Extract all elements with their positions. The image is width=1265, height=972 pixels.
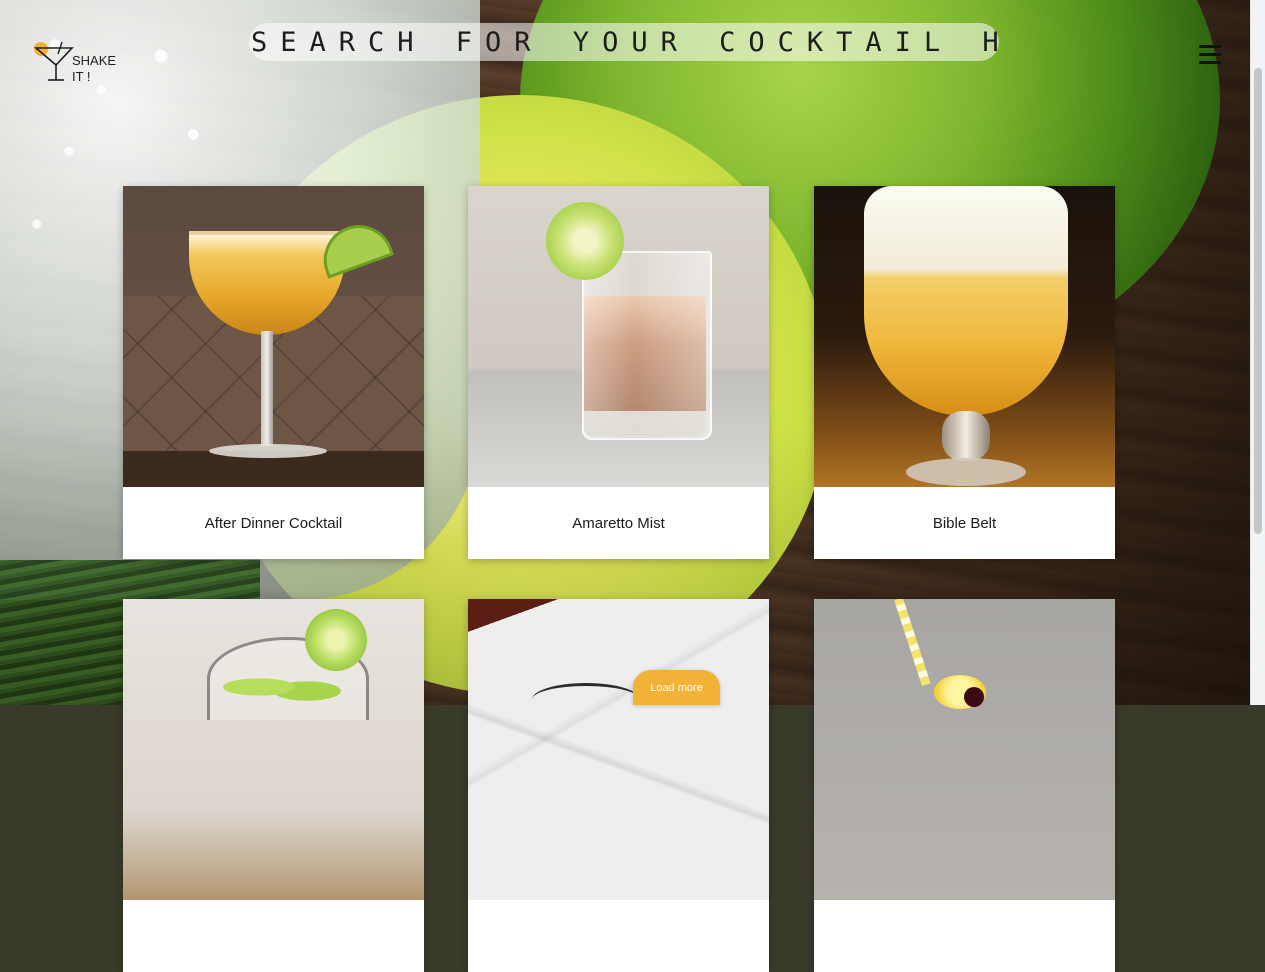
cocktail-name: After Dinner Cocktail xyxy=(204,514,343,532)
cocktail-photo xyxy=(468,599,769,900)
cocktail-name xyxy=(814,900,1115,972)
cocktail-name: Bible Belt xyxy=(932,514,997,532)
tulip-glass xyxy=(864,186,1068,416)
cocktail-glass-icon xyxy=(33,41,74,81)
cocktail-name: Amaretto Mist xyxy=(572,514,665,532)
cherry xyxy=(964,687,984,707)
cocktail-card[interactable] xyxy=(123,599,424,972)
cocktail-photo xyxy=(123,599,424,900)
glass-stem xyxy=(261,331,273,446)
cocktail-name xyxy=(123,900,424,972)
page-scrollbar[interactable] xyxy=(1250,0,1265,705)
logo-text-line2: IT ! xyxy=(72,69,91,84)
cocktail-card[interactable] xyxy=(814,599,1115,972)
cocktail-photo xyxy=(814,599,1115,900)
cocktail-photo xyxy=(814,186,1115,487)
cocktail-photo xyxy=(468,186,769,487)
cocktail-card[interactable]: After Dinner Cocktail xyxy=(123,186,424,559)
cocktail-card[interactable] xyxy=(468,599,769,972)
cocktail-name xyxy=(468,900,769,972)
menu-line xyxy=(1199,45,1221,48)
lime-wheel xyxy=(305,609,367,671)
lime-wheel xyxy=(546,202,624,280)
cocktail-photo xyxy=(123,186,424,487)
search-bar[interactable] xyxy=(249,23,999,61)
hamburger-menu-icon[interactable] xyxy=(1199,45,1221,65)
cocktail-card[interactable]: Bible Belt xyxy=(814,186,1115,559)
glass-foot xyxy=(209,444,327,458)
lime-wedge xyxy=(313,215,395,279)
load-more-button[interactable]: Load more xyxy=(633,670,720,705)
scrollbar-thumb[interactable] xyxy=(1254,68,1262,534)
logo-text-line1: SHAKE xyxy=(72,53,117,68)
glass-foot xyxy=(906,458,1026,486)
menu-line xyxy=(1199,61,1221,64)
straw xyxy=(894,599,931,686)
glass-stem xyxy=(942,411,990,461)
search-input[interactable] xyxy=(249,25,999,59)
menu-line xyxy=(1199,53,1221,56)
cocktail-card[interactable]: Amaretto Mist xyxy=(468,186,769,559)
glass-base xyxy=(584,411,706,437)
marble-surface xyxy=(468,599,769,900)
lime-pieces xyxy=(223,667,343,707)
glass-rim xyxy=(532,683,640,716)
shake-it-logo[interactable]: SHAKE IT ! xyxy=(32,38,116,86)
